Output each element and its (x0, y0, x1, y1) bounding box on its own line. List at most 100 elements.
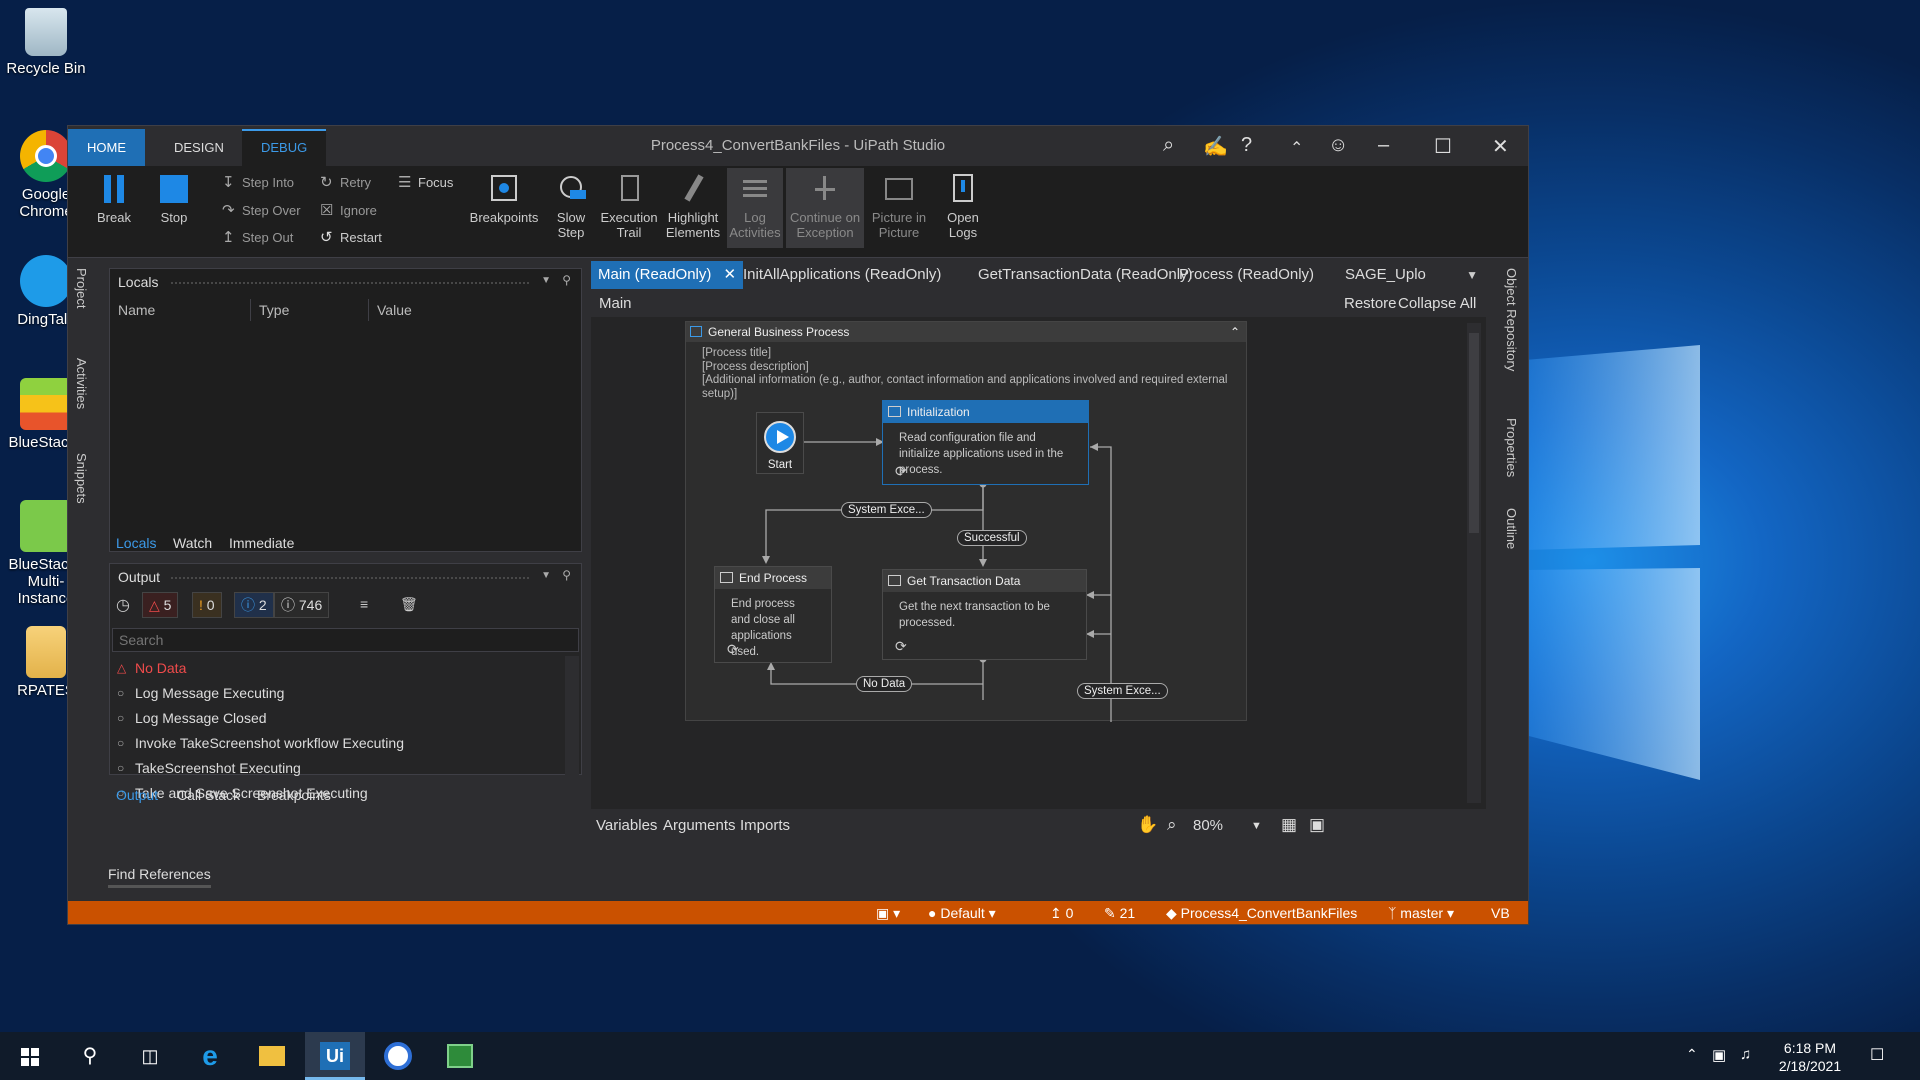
canvas-scrollbar[interactable] (1467, 323, 1481, 803)
task-view-icon[interactable]: ◫ (120, 1032, 180, 1080)
branch-selector[interactable]: ᛉ master ▾ (1388, 905, 1454, 922)
notifications-icon[interactable]: ☐ (1870, 1045, 1884, 1065)
tab-gettransactiondata[interactable]: GetTransactionData (ReadOnly) (971, 261, 1200, 289)
stop-button[interactable]: Stop (148, 172, 200, 225)
assistant-taskbar-icon[interactable] (368, 1032, 428, 1080)
trash-icon[interactable]: 🗑 (400, 596, 418, 613)
robot-icon[interactable]: ▣ ▾ (876, 905, 900, 922)
hand-icon[interactable]: ✋ (1137, 815, 1158, 835)
maximize-icon[interactable]: ☐ (1434, 134, 1452, 159)
tab-locals[interactable]: Locals (116, 535, 156, 551)
clock[interactable]: 6:18 PM 2/18/2021 (1770, 1039, 1850, 1075)
overview-icon[interactable]: ▦ (1281, 815, 1297, 835)
search-icon[interactable]: ⌕ (1163, 134, 1174, 157)
break-button[interactable]: Break (88, 172, 140, 225)
changes-count[interactable]: ✎ 21 (1104, 905, 1135, 922)
start-node[interactable]: Start (756, 412, 804, 474)
tab-breakpoints[interactable]: Breakpoints (257, 787, 331, 803)
chevron-up-icon[interactable]: ⌃ (1686, 1046, 1698, 1063)
open-logs-button[interactable]: Open Logs (938, 172, 988, 240)
sidebar-tab-activities[interactable]: Activities (74, 358, 89, 409)
feedback-icon[interactable]: ✍ (1203, 134, 1228, 159)
picture-in-picture-button[interactable]: Picture in Picture (868, 172, 930, 240)
pin-icon[interactable]: ⚲ (562, 568, 571, 582)
column-type[interactable]: Type (251, 299, 369, 321)
tab-debug[interactable]: DEBUG (242, 129, 327, 166)
focus-button[interactable]: ☰ Focus (396, 172, 453, 194)
tab-output[interactable]: Output (116, 787, 158, 803)
network-icon[interactable]: ▣ (1712, 1046, 1726, 1064)
filter-icon[interactable]: ≡ (360, 596, 368, 612)
robot-taskbar-icon[interactable] (430, 1032, 490, 1080)
continue-on-exception-button[interactable]: Continue on Exception (786, 168, 864, 248)
profile-selector[interactable]: ● Default ▾ (928, 905, 996, 922)
retry-button[interactable]: ↻ Retry (318, 172, 371, 194)
tab-design[interactable]: DESIGN (155, 129, 243, 166)
sidebar-tab-object-repository[interactable]: Object Repository (1504, 268, 1519, 371)
project-name[interactable]: ◆ Process4_ConvertBankFiles (1166, 905, 1357, 922)
list-item[interactable]: ○ Invoke TakeScreenshot workflow Executin… (110, 731, 565, 756)
start-button[interactable] (0, 1032, 60, 1080)
connector-label-system-exception-2[interactable]: System Exce... (1077, 683, 1168, 699)
ignore-button[interactable]: ☒ Ignore (318, 200, 377, 222)
tab-watch[interactable]: Watch (173, 535, 212, 551)
info-filter[interactable]: ⓘ 2 (234, 592, 274, 618)
publish-count[interactable]: ↥ 0 (1050, 905, 1073, 922)
output-search-input[interactable] (112, 628, 579, 652)
tab-process[interactable]: Process (ReadOnly) (1172, 261, 1321, 289)
connector-label-successful[interactable]: Successful (957, 530, 1027, 546)
internet-explorer-icon[interactable]: e (180, 1032, 240, 1080)
pin-icon[interactable]: ⚲ (562, 273, 571, 287)
output-scrollbar[interactable] (565, 656, 579, 776)
account-icon[interactable]: ☺ (1328, 134, 1348, 157)
find-references-tab[interactable]: Find References (108, 866, 211, 888)
sidebar-tab-project[interactable]: Project (74, 268, 89, 308)
tab-list-icon[interactable]: ▼ (1466, 268, 1478, 282)
restart-button[interactable]: ↺ Restart (318, 227, 382, 249)
help-icon[interactable]: ? (1241, 134, 1252, 157)
warnings-filter[interactable]: △ 5 (142, 592, 179, 618)
zoom-level[interactable]: 80% (1193, 817, 1223, 834)
minimize-icon[interactable]: – (1378, 134, 1389, 157)
column-value[interactable]: Value (369, 299, 581, 321)
trace-filter[interactable]: ⓘ 746 (274, 592, 330, 618)
tab-home[interactable]: HOME (68, 129, 145, 166)
dropdown-icon[interactable]: ▼ (541, 570, 551, 581)
list-item[interactable]: ○ Log Message Executing (110, 681, 565, 706)
sidebar-tab-properties[interactable]: Properties (1504, 418, 1519, 477)
list-item[interactable]: ○ TakeScreenshot Executing (110, 756, 565, 781)
arguments-tab[interactable]: Arguments (663, 817, 736, 834)
file-explorer-icon[interactable] (242, 1032, 302, 1080)
tab-sage-upload[interactable]: SAGE_Uplo (1338, 261, 1433, 289)
zoom-dropdown-icon[interactable]: ▼ (1251, 820, 1262, 832)
clock-icon[interactable]: ◷ (116, 595, 130, 615)
step-out-button[interactable]: ↥ Step Out (220, 227, 293, 249)
variables-tab[interactable]: Variables (596, 817, 657, 834)
column-name[interactable]: Name (110, 299, 251, 321)
sidebar-tab-outline[interactable]: Outline (1504, 508, 1519, 549)
tab-main[interactable]: Main (ReadOnly) ✕ (591, 261, 744, 289)
get-transaction-data-activity[interactable]: Get Transaction Data Get the next transa… (882, 569, 1087, 660)
collapse-all-link[interactable]: Collapse All (1398, 295, 1476, 312)
imports-tab[interactable]: Imports (740, 817, 790, 834)
log-activities-button[interactable]: Log Activities (727, 168, 783, 248)
tab-immediate[interactable]: Immediate (229, 535, 294, 551)
step-over-button[interactable]: ↷ Step Over (220, 200, 301, 222)
list-item[interactable]: ○ Log Message Closed (110, 706, 565, 731)
highlight-elements-button[interactable]: Highlight Elements (662, 172, 724, 240)
execution-trail-button[interactable]: Execution Trail (598, 172, 660, 240)
slow-step-button[interactable]: Slow Step (547, 172, 595, 240)
step-into-button[interactable]: ↧ Step Into (220, 172, 294, 194)
breakpoints-button[interactable]: Breakpoints (466, 172, 542, 225)
zoom-icon[interactable]: ⌕ (1167, 815, 1177, 835)
errors-filter[interactable]: ! 0 (192, 592, 222, 618)
dropdown-icon[interactable]: ▼ (541, 275, 551, 286)
close-icon[interactable]: ✕ (1492, 134, 1509, 159)
breadcrumb[interactable]: Main (599, 295, 632, 312)
chevron-up-icon[interactable]: ⌃ (1290, 138, 1303, 158)
tab-initallapplications[interactable]: InitAllApplications (ReadOnly) (736, 261, 948, 289)
connector-label-system-exception[interactable]: System Exce... (841, 502, 932, 518)
volume-icon[interactable]: ♫ (1740, 1046, 1751, 1063)
restore-link[interactable]: Restore (1344, 295, 1397, 312)
connector-label-no-data[interactable]: No Data (856, 676, 913, 692)
